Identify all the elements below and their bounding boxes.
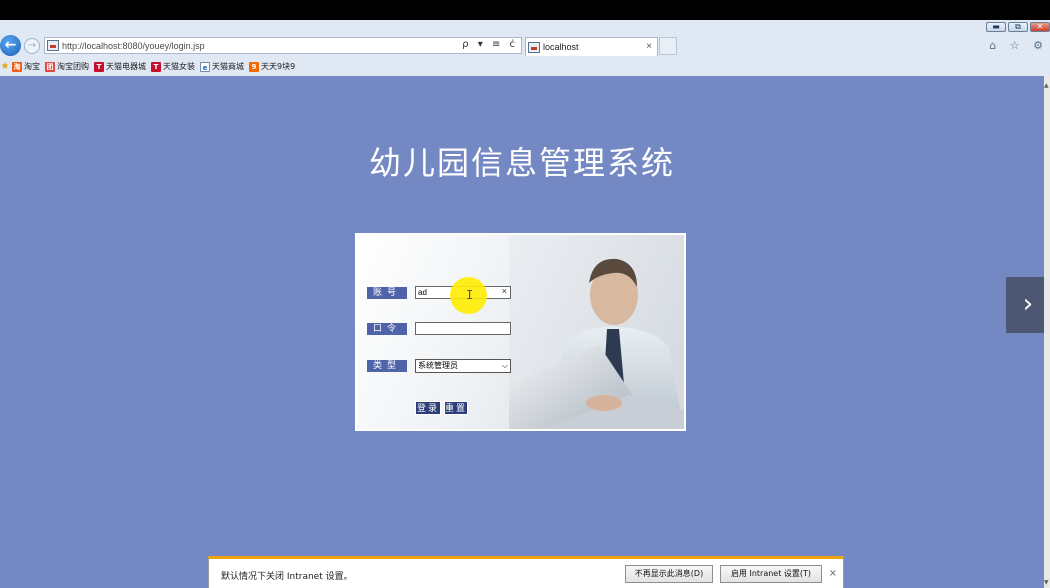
home-favorites-tools-icons[interactable]: ⌂ ☆ ⚙ xyxy=(989,39,1048,52)
scroll-up-icon[interactable]: ▲ xyxy=(1044,82,1049,89)
favorite-label: 天猫商城 xyxy=(212,62,244,71)
restore-button[interactable]: ⧉ xyxy=(1008,22,1028,32)
text-cursor-icon: I xyxy=(466,288,474,302)
type-selected-value: 系统管理员 xyxy=(418,361,458,370)
type-label: 类型 xyxy=(367,360,407,372)
new-tab-button[interactable] xyxy=(659,37,677,55)
close-icon[interactable]: × xyxy=(829,568,837,579)
address-tools-icons[interactable]: ρ ▾ ≡ ċ xyxy=(462,39,518,50)
dont-show-again-button[interactable]: 不再显示此消息(D) xyxy=(625,565,713,583)
login-panel: 账号 ad × 口令 类型 系统管理员 ⌵ 登录 重置 xyxy=(355,233,686,431)
businessman-photo xyxy=(509,235,684,429)
navigation-row: ← → http://localhost:8080/youey/login.js… xyxy=(0,34,1050,56)
address-bar[interactable]: http://localhost:8080/youey/login.jsp ρ … xyxy=(44,37,522,54)
clear-icon[interactable]: × xyxy=(502,286,507,297)
favorite-link[interactable]: 淘淘宝 xyxy=(12,61,40,72)
vertical-scrollbar[interactable]: ▲ ▼ xyxy=(1044,76,1050,588)
reset-button[interactable]: 重置 xyxy=(444,401,468,415)
tuangou-icon: 团 xyxy=(45,61,55,72)
taobao-icon: 淘 xyxy=(12,61,22,72)
password-label: 口令 xyxy=(367,323,407,335)
page-content: 幼儿园信息管理系统 账号 ad × 口令 类型 系统管理员 ⌵ 登录 重置 xyxy=(0,76,1044,588)
enable-intranet-button[interactable]: 启用 Intranet 设置(T) xyxy=(720,565,822,583)
favorite-label: 天天9块9 xyxy=(261,62,296,71)
minimize-button[interactable]: ▬ xyxy=(986,22,1006,32)
close-window-button[interactable]: ✕ xyxy=(1030,22,1050,32)
favorite-link[interactable]: 团淘宝团购 xyxy=(45,61,89,72)
favorite-label: 淘宝 xyxy=(24,62,40,71)
tiantian-icon: 9 xyxy=(249,61,259,72)
chevron-down-icon: ⌵ xyxy=(501,361,508,370)
favorite-link[interactable]: T 天猫女装 xyxy=(151,61,195,72)
account-label: 账号 xyxy=(367,287,407,299)
favorite-label: 淘宝团购 xyxy=(57,62,89,71)
screen: ▬ ⧉ ✕ ← → http://localhost:8080/youey/lo… xyxy=(0,0,1050,588)
favorites-bar: ★ 淘淘宝 团淘宝团购 T 天猫电器城 T 天猫女装 e 天猫商城 9 天天9块9 xyxy=(0,58,1050,75)
window-controls: ▬ ⧉ ✕ xyxy=(986,22,1050,32)
notification-bar: 默认情况下关闭 Intranet 设置。 不再显示此消息(D) 启用 Intra… xyxy=(208,556,844,588)
favorite-link[interactable]: e 天猫商城 xyxy=(200,61,244,72)
favorite-link[interactable]: 9 天天9块9 xyxy=(249,61,295,72)
forward-button[interactable]: → xyxy=(24,38,40,54)
type-select[interactable]: 系统管理员 ⌵ xyxy=(415,359,511,373)
tab-title: localhost xyxy=(543,42,579,52)
tab-favicon-icon xyxy=(528,41,540,53)
favorites-star-icon[interactable]: ★ xyxy=(0,61,10,72)
tmall-icon: T xyxy=(151,61,161,72)
page-title: 幼儿园信息管理系统 xyxy=(368,144,675,182)
favorite-label: 天猫电器城 xyxy=(106,62,146,71)
favorite-link[interactable]: T 天猫电器城 xyxy=(94,61,146,72)
tab-close-icon[interactable]: × xyxy=(646,41,652,52)
tab-localhost[interactable]: localhost × xyxy=(525,37,658,56)
url-text[interactable]: http://localhost:8080/youey/login.jsp xyxy=(62,41,205,51)
account-value: ad xyxy=(418,288,427,297)
favorite-label: 天猫女装 xyxy=(163,62,195,71)
page-favicon-icon xyxy=(47,40,59,51)
notification-message: 默认情况下关闭 Intranet 设置。 xyxy=(221,572,353,582)
login-button[interactable]: 登录 xyxy=(415,401,441,415)
back-button[interactable]: ← xyxy=(0,35,21,56)
scroll-down-icon[interactable]: ▼ xyxy=(1044,579,1049,586)
ie-page-icon: e xyxy=(200,61,210,72)
password-input[interactable] xyxy=(415,322,511,335)
tmall-icon: T xyxy=(94,61,104,72)
